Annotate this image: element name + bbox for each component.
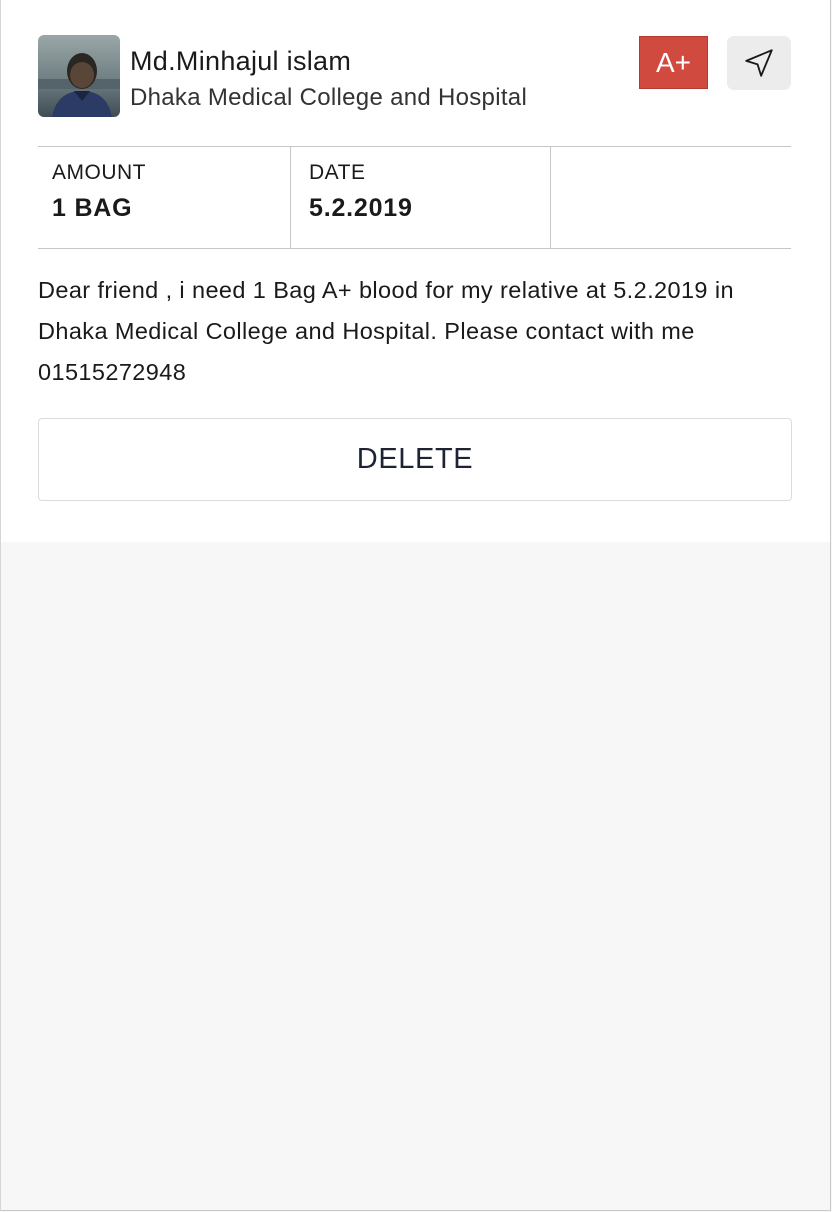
blood-request-card: Md.Minhajul islam Dhaka Medical College … <box>0 0 830 542</box>
navigation-arrow-icon <box>745 49 773 77</box>
date-cell: DATE 5.2.2019 <box>291 147 551 248</box>
empty-cell <box>551 147 791 248</box>
amount-cell: AMOUNT 1 BAG <box>38 147 291 248</box>
delete-button[interactable]: DELETE <box>38 418 792 501</box>
amount-label: AMOUNT <box>52 161 146 184</box>
request-details: AMOUNT 1 BAG DATE 5.2.2019 <box>38 146 791 249</box>
date-label: DATE <box>309 161 366 184</box>
hospital-name: Dhaka Medical College and Hospital <box>130 84 528 111</box>
navigate-button[interactable] <box>727 36 791 90</box>
amount-value: 1 BAG <box>52 194 133 222</box>
avatar <box>38 35 120 117</box>
avatar-photo-icon <box>38 35 120 117</box>
blood-group-badge: A+ <box>639 36 708 89</box>
requester-name: Md.Minhajul islam <box>130 46 352 76</box>
date-value: 5.2.2019 <box>309 194 413 222</box>
request-message: Dear friend , i need 1 Bag A+ blood for … <box>38 277 734 385</box>
